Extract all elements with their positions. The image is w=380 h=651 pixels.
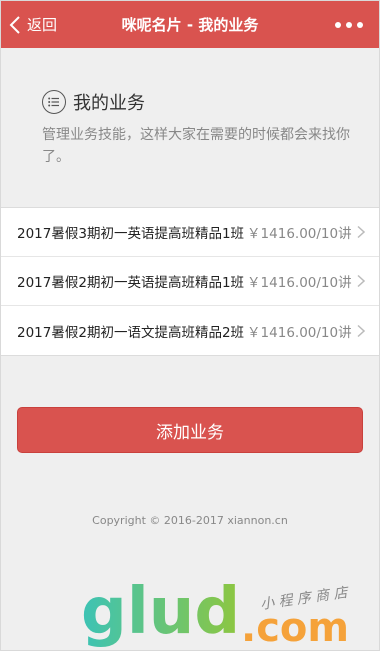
chevron-right-icon	[357, 324, 365, 337]
list-icon	[42, 90, 66, 114]
section-header: 我的业务	[42, 89, 145, 115]
service-name: 2017暑假2期初一英语提高班精品1班	[17, 275, 245, 291]
service-price: ￥1416.00/10讲	[247, 324, 352, 341]
dot-icon	[335, 21, 341, 28]
add-service-button[interactable]: 添加业务	[17, 407, 363, 453]
navigation-bar: 返回 咪呢名片 - 我的业务	[1, 1, 379, 48]
service-name: 2017暑假2期初一语文提高班精品2班	[17, 324, 245, 341]
dot-icon	[346, 21, 352, 28]
watermark-logo: glud .com 小 程 序 商 店	[81, 579, 350, 649]
svg-text:glud: glud	[81, 579, 240, 649]
page-title: 咪呢名片 - 我的业务	[121, 16, 259, 34]
section-title: 我的业务	[73, 93, 145, 114]
chevron-left-icon	[9, 15, 20, 34]
chevron-right-icon	[357, 225, 365, 239]
section-description: 管理业务技能，这样大家在需要的时候都会来找你了。	[42, 127, 350, 165]
service-list: 2017暑假3期初一英语提高班精品1班 ￥1416.00/10讲 2017暑假2…	[1, 207, 379, 356]
service-item[interactable]: 2017暑假2期初一语文提高班精品2班 ￥1416.00/10讲	[1, 306, 379, 355]
service-name: 2017暑假3期初一英语提高班精品1班	[17, 226, 245, 242]
chevron-right-icon	[357, 274, 365, 288]
service-price: ￥1416.00/10讲	[247, 275, 352, 291]
back-button[interactable]: 返回	[9, 1, 57, 48]
service-price: ￥1416.00/10讲	[247, 226, 352, 242]
service-item[interactable]: 2017暑假3期初一英语提高班精品1班 ￥1416.00/10讲	[1, 208, 379, 257]
back-label: 返回	[27, 16, 58, 34]
more-menu-button[interactable]	[335, 1, 363, 48]
dot-icon	[357, 21, 363, 28]
service-item[interactable]: 2017暑假2期初一英语提高班精品1班 ￥1416.00/10讲	[1, 257, 379, 306]
svg-text:.com: .com	[241, 605, 349, 649]
copyright-text: Copyright © 2016-2017 xiannon.cn	[92, 514, 288, 527]
